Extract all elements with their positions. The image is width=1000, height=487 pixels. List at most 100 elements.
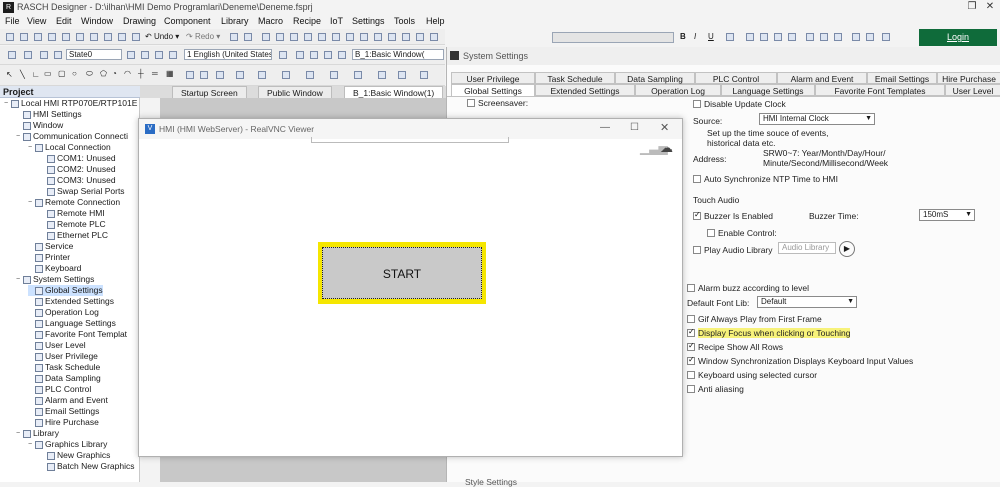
buzzer-enabled-option[interactable]: Buzzer Is Enabled: [693, 210, 773, 221]
circle-icon[interactable]: ○: [72, 69, 77, 78]
meter-tool-icon[interactable]: [282, 71, 290, 79]
tree-item[interactable]: Ethernet PLC: [40, 230, 108, 241]
tree-item[interactable]: Window: [16, 120, 63, 131]
align-right-icon[interactable]: [290, 33, 298, 41]
open-file-icon[interactable]: [20, 33, 28, 41]
close-icon[interactable]: ✕: [660, 121, 669, 134]
tree-item[interactable]: − Communication Connecti: [16, 131, 128, 142]
menu-view[interactable]: View: [27, 16, 46, 26]
menu-recipe[interactable]: Recipe: [293, 16, 321, 26]
tree-item[interactable]: − Local HMI RTP070E/RTP101E: [4, 98, 137, 109]
save-icon[interactable]: [34, 33, 42, 41]
bulb-tool-icon[interactable]: [200, 71, 208, 79]
collapse-icon[interactable]: −: [28, 439, 35, 450]
gif-always-option[interactable]: Gif Always Play from First Frame: [687, 314, 822, 324]
play-audio-checkbox[interactable]: [693, 245, 701, 254]
alarm-buzz-option[interactable]: Alarm buzz according to level: [687, 283, 809, 293]
play-audio-option[interactable]: Play Audio Library: [693, 245, 773, 255]
grid-icon[interactable]: [141, 51, 149, 59]
tab-user-privilege[interactable]: User Privilege: [451, 72, 535, 84]
cut-icon[interactable]: [104, 33, 112, 41]
tree-item[interactable]: Operation Log: [28, 307, 99, 318]
tree-item[interactable]: Batch New Graphics: [40, 461, 134, 472]
tab-language-settings[interactable]: Language Settings: [721, 84, 815, 96]
recipe-tool-icon[interactable]: [378, 71, 386, 79]
tree-item[interactable]: − System Settings: [16, 274, 94, 285]
tab-email-settings[interactable]: Email Settings: [867, 72, 937, 84]
disable-update-clock-option[interactable]: Disable Update Clock: [693, 99, 786, 109]
alarm-tool-icon[interactable]: [354, 71, 362, 79]
anti-aliasing-checkbox[interactable]: [687, 384, 695, 393]
tab-data-sampling[interactable]: Data Sampling: [615, 72, 695, 84]
tree-item[interactable]: COM1: Unused: [40, 153, 116, 164]
paste-icon[interactable]: [132, 33, 140, 41]
tree-item[interactable]: HMI Settings: [16, 109, 82, 120]
tree-item[interactable]: Remote HMI: [40, 208, 105, 219]
preview-icon[interactable]: [169, 51, 177, 59]
state-next-icon[interactable]: [40, 51, 48, 59]
zoom-icon[interactable]: [155, 51, 163, 59]
save-all-icon[interactable]: [48, 33, 56, 41]
menu-macro[interactable]: Macro: [258, 16, 283, 26]
copy-icon[interactable]: [118, 33, 126, 41]
font-shrink-icon[interactable]: [866, 33, 874, 41]
menu-file[interactable]: File: [5, 16, 20, 26]
text-left-icon[interactable]: [746, 33, 754, 41]
ungroup-icon[interactable]: [416, 33, 424, 41]
auto-sync-ntp-checkbox[interactable]: [693, 174, 701, 183]
tab-plc-control[interactable]: PLC Control: [695, 72, 777, 84]
menu-drawing[interactable]: Drawing: [123, 16, 156, 26]
tree-item[interactable]: Printer: [28, 252, 70, 263]
fan-icon[interactable]: ◔: [112, 69, 117, 78]
align-top-icon[interactable]: [304, 33, 312, 41]
tree-item[interactable]: − Graphics Library: [28, 439, 107, 450]
windows-icon[interactable]: [310, 51, 318, 59]
login-button[interactable]: Login: [919, 29, 997, 46]
scale-icon[interactable]: ┼: [138, 69, 144, 78]
text-justify-icon[interactable]: [788, 33, 796, 41]
bar-tool-icon[interactable]: [306, 71, 314, 79]
same-height-icon[interactable]: [388, 33, 396, 41]
text-center-icon[interactable]: [760, 33, 768, 41]
pipe-icon[interactable]: ═: [152, 69, 158, 78]
menu-window[interactable]: Window: [81, 16, 113, 26]
tab-public-window[interactable]: Public Window: [258, 86, 332, 98]
bulb-icon[interactable]: [279, 51, 287, 59]
align-middle-icon[interactable]: [318, 33, 326, 41]
underline-button[interactable]: U: [708, 32, 714, 41]
tree-item[interactable]: Task Schedule: [28, 362, 100, 373]
tab-user-level[interactable]: User Level: [945, 84, 1000, 96]
tab-global-settings[interactable]: Global Settings: [451, 84, 535, 96]
source-select[interactable]: HMI Internal Clock ▼: [759, 113, 875, 125]
tree-item[interactable]: Extended Settings: [28, 296, 114, 307]
keyboard-cursor-checkbox[interactable]: [687, 370, 695, 379]
font-color-icon[interactable]: [726, 33, 734, 41]
layers-icon[interactable]: [324, 51, 332, 59]
data-tool-icon[interactable]: [258, 71, 266, 79]
tab-favorite-font-templates[interactable]: Favorite Font Templates: [815, 84, 945, 96]
window-sync-option[interactable]: Window Synchronization Displays Keyboard…: [687, 355, 913, 366]
text-right-icon[interactable]: [774, 33, 782, 41]
window-combo[interactable]: B_1:Basic Window(: [352, 49, 444, 60]
tree-item[interactable]: Hire Purchase: [28, 417, 99, 428]
tree-item[interactable]: Remote PLC: [40, 219, 106, 230]
enable-control-option[interactable]: Enable Control:: [707, 228, 777, 238]
tab-basic-window[interactable]: B_1:Basic Window(1): [344, 86, 444, 98]
tree-item[interactable]: User Privilege: [28, 351, 98, 362]
tree-item[interactable]: Alarm and Event: [28, 395, 108, 406]
menu-iot[interactable]: IoT: [330, 16, 343, 26]
new-file-icon[interactable]: [6, 33, 14, 41]
valign-middle-icon[interactable]: [820, 33, 828, 41]
table-icon[interactable]: ▦: [166, 69, 174, 78]
clear-format-icon[interactable]: [882, 33, 890, 41]
gif-always-checkbox[interactable]: [687, 314, 695, 323]
font-grow-icon[interactable]: [852, 33, 860, 41]
vnc-toolbar-handle[interactable]: [311, 137, 509, 143]
font-combo[interactable]: [552, 32, 674, 43]
distribute-v-icon[interactable]: [360, 33, 368, 41]
tree-item[interactable]: Language Settings: [28, 318, 116, 329]
tab-operation-log[interactable]: Operation Log: [635, 84, 721, 96]
collapse-icon[interactable]: −: [28, 142, 35, 153]
button-tool-icon[interactable]: [216, 71, 224, 79]
collapse-icon[interactable]: −: [16, 274, 23, 285]
